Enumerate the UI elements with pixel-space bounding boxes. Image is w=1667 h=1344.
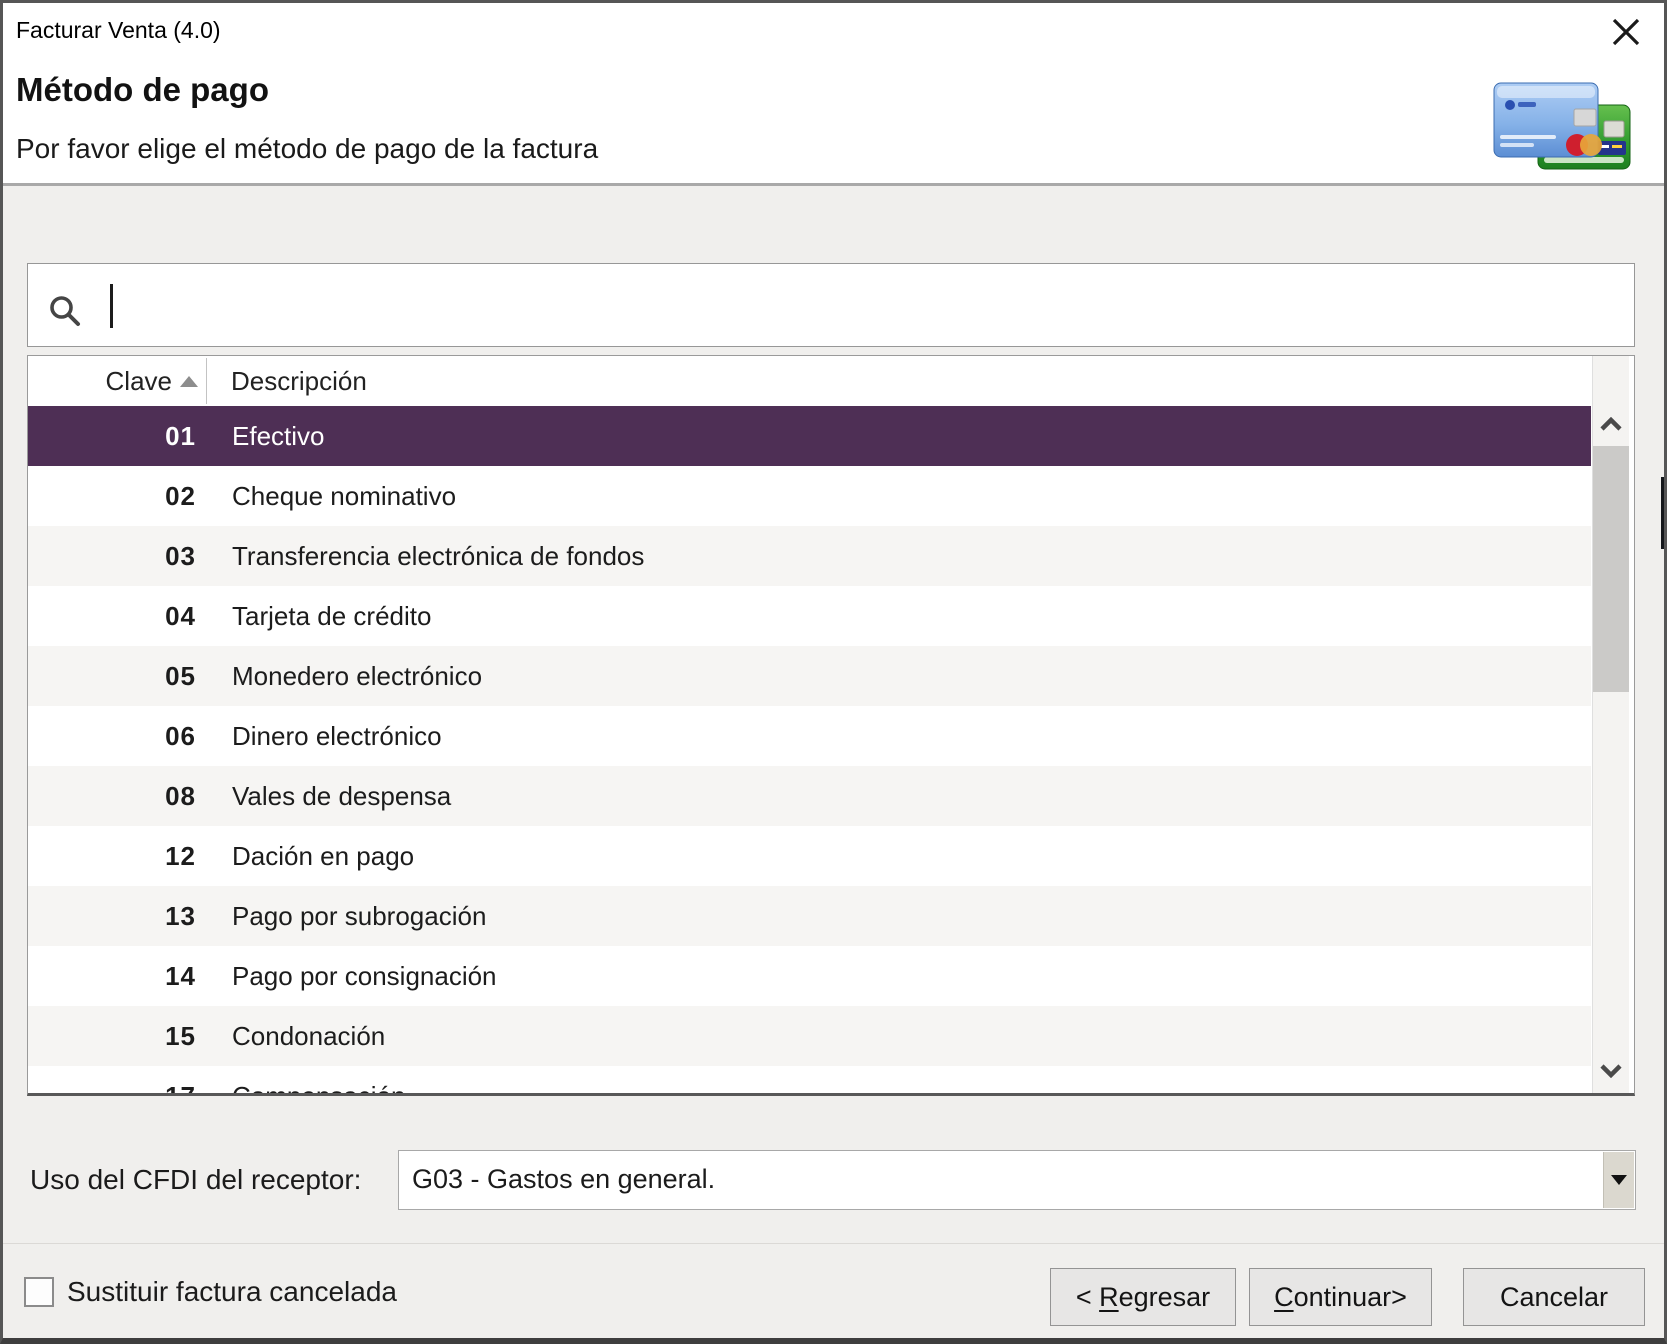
row-descripcion: Tarjeta de crédito bbox=[206, 601, 431, 632]
table-row[interactable]: 17 Compensación bbox=[28, 1066, 1591, 1096]
table-row[interactable]: 05 Monedero electrónico bbox=[28, 646, 1591, 706]
table-row[interactable]: 08 Vales de despensa bbox=[28, 766, 1591, 826]
continuar-button[interactable]: Continuar> bbox=[1249, 1268, 1432, 1326]
dialog-header: Facturar Venta (4.0) Método de pago Por … bbox=[3, 3, 1664, 186]
cfdi-selected-value: G03 - Gastos en general. bbox=[412, 1151, 715, 1209]
facturar-venta-dialog: Facturar Venta (4.0) Método de pago Por … bbox=[0, 0, 1667, 1344]
row-descripcion: Pago por consignación bbox=[206, 961, 497, 992]
row-descripcion: Transferencia electrónica de fondos bbox=[206, 541, 644, 572]
sustituir-factura-checkbox[interactable] bbox=[24, 1277, 54, 1307]
window-edge-artifact bbox=[1661, 477, 1667, 549]
row-descripcion: Dinero electrónico bbox=[206, 721, 442, 752]
cfdi-select[interactable]: G03 - Gastos en general. bbox=[398, 1150, 1636, 1210]
row-descripcion: Condonación bbox=[206, 1021, 385, 1052]
sustituir-factura-label: Sustituir factura cancelada bbox=[67, 1275, 397, 1309]
row-clave: 08 bbox=[28, 781, 206, 812]
row-clave: 17 bbox=[28, 1081, 206, 1097]
row-descripcion: Efectivo bbox=[206, 421, 325, 452]
column-separator bbox=[206, 358, 207, 404]
search-icon bbox=[48, 294, 82, 333]
page-subtitle: Por favor elige el método de pago de la … bbox=[16, 133, 598, 165]
row-descripcion: Compensación bbox=[206, 1081, 405, 1097]
close-button[interactable] bbox=[1608, 15, 1644, 51]
row-clave: 15 bbox=[28, 1021, 206, 1052]
payment-method-table: Clave Descripción 01 Efectivo 02 Cheque … bbox=[27, 355, 1635, 1096]
row-descripcion: Pago por subrogación bbox=[206, 901, 486, 932]
table-row[interactable]: 04 Tarjeta de crédito bbox=[28, 586, 1591, 646]
scroll-down-button[interactable] bbox=[1593, 1055, 1629, 1091]
row-clave: 01 bbox=[28, 421, 206, 452]
chevron-down-icon bbox=[1611, 1175, 1627, 1185]
regresar-button[interactable]: < Regresar bbox=[1050, 1268, 1236, 1326]
table-row[interactable]: 14 Pago por consignación bbox=[28, 946, 1591, 1006]
table-row[interactable]: 01 Efectivo bbox=[28, 406, 1591, 466]
close-icon bbox=[1611, 17, 1641, 50]
sort-ascending-icon bbox=[180, 376, 198, 387]
row-descripcion: Monedero electrónico bbox=[206, 661, 482, 692]
chevron-up-icon bbox=[1600, 417, 1622, 436]
table-row[interactable]: 06 Dinero electrónico bbox=[28, 706, 1591, 766]
vertical-scrollbar[interactable] bbox=[1592, 356, 1629, 1093]
table-row[interactable]: 03 Transferencia electrónica de fondos bbox=[28, 526, 1591, 586]
row-clave: 05 bbox=[28, 661, 206, 692]
row-clave: 12 bbox=[28, 841, 206, 872]
column-header-descripcion[interactable]: Descripción bbox=[206, 366, 367, 397]
row-clave: 13 bbox=[28, 901, 206, 932]
cfdi-dropdown-button[interactable] bbox=[1603, 1152, 1634, 1208]
row-descripcion: Vales de despensa bbox=[206, 781, 451, 812]
credit-cards-icon bbox=[1486, 69, 1634, 175]
page-title: Método de pago bbox=[16, 71, 269, 109]
row-clave: 06 bbox=[28, 721, 206, 752]
cfdi-label: Uso del CFDI del receptor: bbox=[30, 1150, 361, 1210]
row-descripcion: Cheque nominativo bbox=[206, 481, 456, 512]
column-header-clave-label: Clave bbox=[106, 366, 172, 397]
column-header-clave[interactable]: Clave bbox=[28, 366, 206, 397]
row-clave: 02 bbox=[28, 481, 206, 512]
scroll-up-button[interactable] bbox=[1593, 408, 1629, 444]
search-input[interactable] bbox=[104, 278, 1624, 332]
cancelar-button[interactable]: Cancelar bbox=[1463, 1268, 1645, 1326]
row-descripcion: Dación en pago bbox=[206, 841, 414, 872]
search-box bbox=[27, 263, 1635, 347]
table-row[interactable]: 15 Condonación bbox=[28, 1006, 1591, 1066]
table-row[interactable]: 02 Cheque nominativo bbox=[28, 466, 1591, 526]
table-row[interactable]: 12 Dación en pago bbox=[28, 826, 1591, 886]
row-clave: 04 bbox=[28, 601, 206, 632]
window-title: Facturar Venta (4.0) bbox=[16, 17, 221, 44]
scrollbar-thumb[interactable] bbox=[1593, 446, 1629, 692]
row-clave: 14 bbox=[28, 961, 206, 992]
table-header-row: Clave Descripción bbox=[28, 356, 1591, 406]
chevron-down-icon bbox=[1600, 1064, 1622, 1083]
footer-divider bbox=[3, 1243, 1664, 1244]
row-clave: 03 bbox=[28, 541, 206, 572]
table-body: 01 Efectivo 02 Cheque nominativo 03 Tran… bbox=[28, 406, 1591, 1096]
table-row[interactable]: 13 Pago por subrogación bbox=[28, 886, 1591, 946]
